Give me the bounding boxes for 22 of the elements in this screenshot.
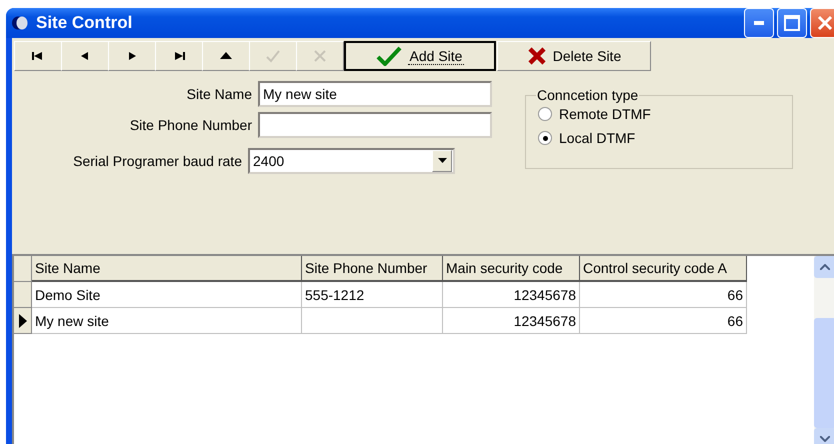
site-phone-label: Site Phone Number bbox=[128, 116, 252, 132]
table-cell: Demo Site bbox=[32, 282, 302, 308]
window-title: Site Control bbox=[36, 13, 134, 33]
table-cell: My new site bbox=[32, 308, 302, 334]
site-name-label: Site Name bbox=[186, 86, 252, 102]
baud-rate-dropdown[interactable]: 2400 bbox=[248, 148, 455, 174]
table-cell: 555-1212 bbox=[302, 282, 443, 308]
radio-option[interactable]: Local DTMF bbox=[538, 130, 792, 146]
table-cell: 66 bbox=[580, 308, 747, 334]
column-header[interactable]: Site Phone Number bbox=[302, 256, 443, 282]
add-site-button[interactable]: Add Site bbox=[344, 41, 496, 71]
radio-option[interactable]: Remote DTMF bbox=[538, 106, 792, 122]
table-cell: 12345678 bbox=[443, 308, 580, 334]
site-name-field[interactable]: My new site bbox=[258, 80, 492, 106]
delete-site-button[interactable]: Delete Site bbox=[497, 41, 651, 71]
column-header[interactable]: Site Name bbox=[32, 256, 302, 282]
table-cell: 12345678 bbox=[443, 282, 580, 308]
group-title: Conncetion type bbox=[536, 87, 640, 103]
column-header[interactable]: Main security code bbox=[443, 256, 580, 282]
baud-rate-label: Serial Programer baud rate bbox=[72, 152, 242, 168]
table-cell: 66 bbox=[580, 282, 747, 308]
column-header[interactable]: Control security code A bbox=[580, 256, 747, 282]
